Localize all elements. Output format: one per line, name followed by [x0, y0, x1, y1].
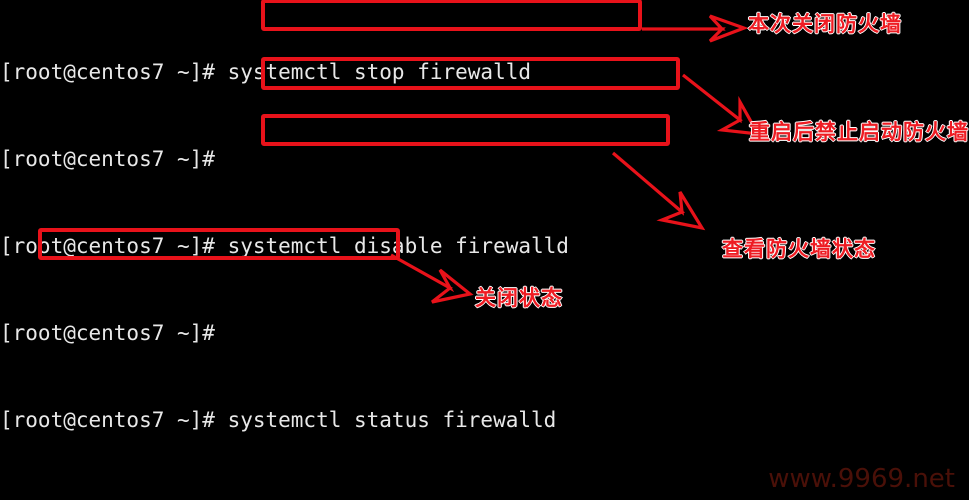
- annotation-label-disable: 重启后禁止启动防火墙: [748, 119, 969, 144]
- terminal-line: [root@centos7 ~]# systemctl status firew…: [0, 408, 557, 432]
- site-watermark: www.9969.net: [768, 464, 955, 494]
- terminal-line: [root@centos7 ~]#: [0, 147, 215, 171]
- annotation-label-stop: 本次关闭防火墙: [747, 11, 902, 36]
- terminal-line: [root@centos7 ~]#: [0, 321, 215, 345]
- annotation-label-status: 查看防火墙状态: [721, 236, 876, 261]
- annotation-label-active: 关闭状态: [474, 285, 563, 310]
- terminal-line: [root@centos7 ~]# systemctl stop firewal…: [0, 60, 532, 84]
- terminal-screenshot: [root@centos7 ~]# systemctl stop firewal…: [0, 0, 969, 500]
